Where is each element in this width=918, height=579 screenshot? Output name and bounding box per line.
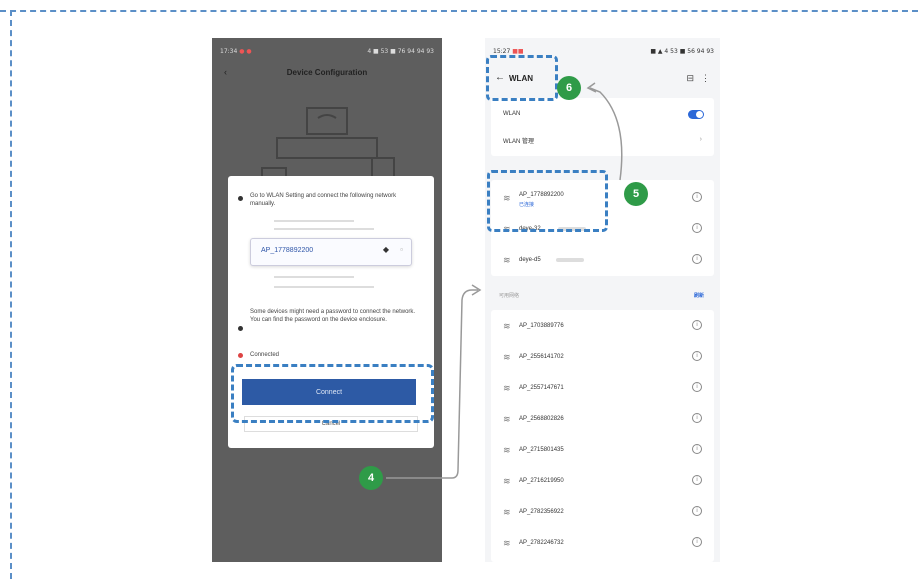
connector-arrows [386, 82, 623, 479]
step-badge-5: 5 [624, 182, 648, 206]
step-badge-6: 6 [557, 76, 581, 100]
step-badge-4: 4 [359, 466, 383, 490]
